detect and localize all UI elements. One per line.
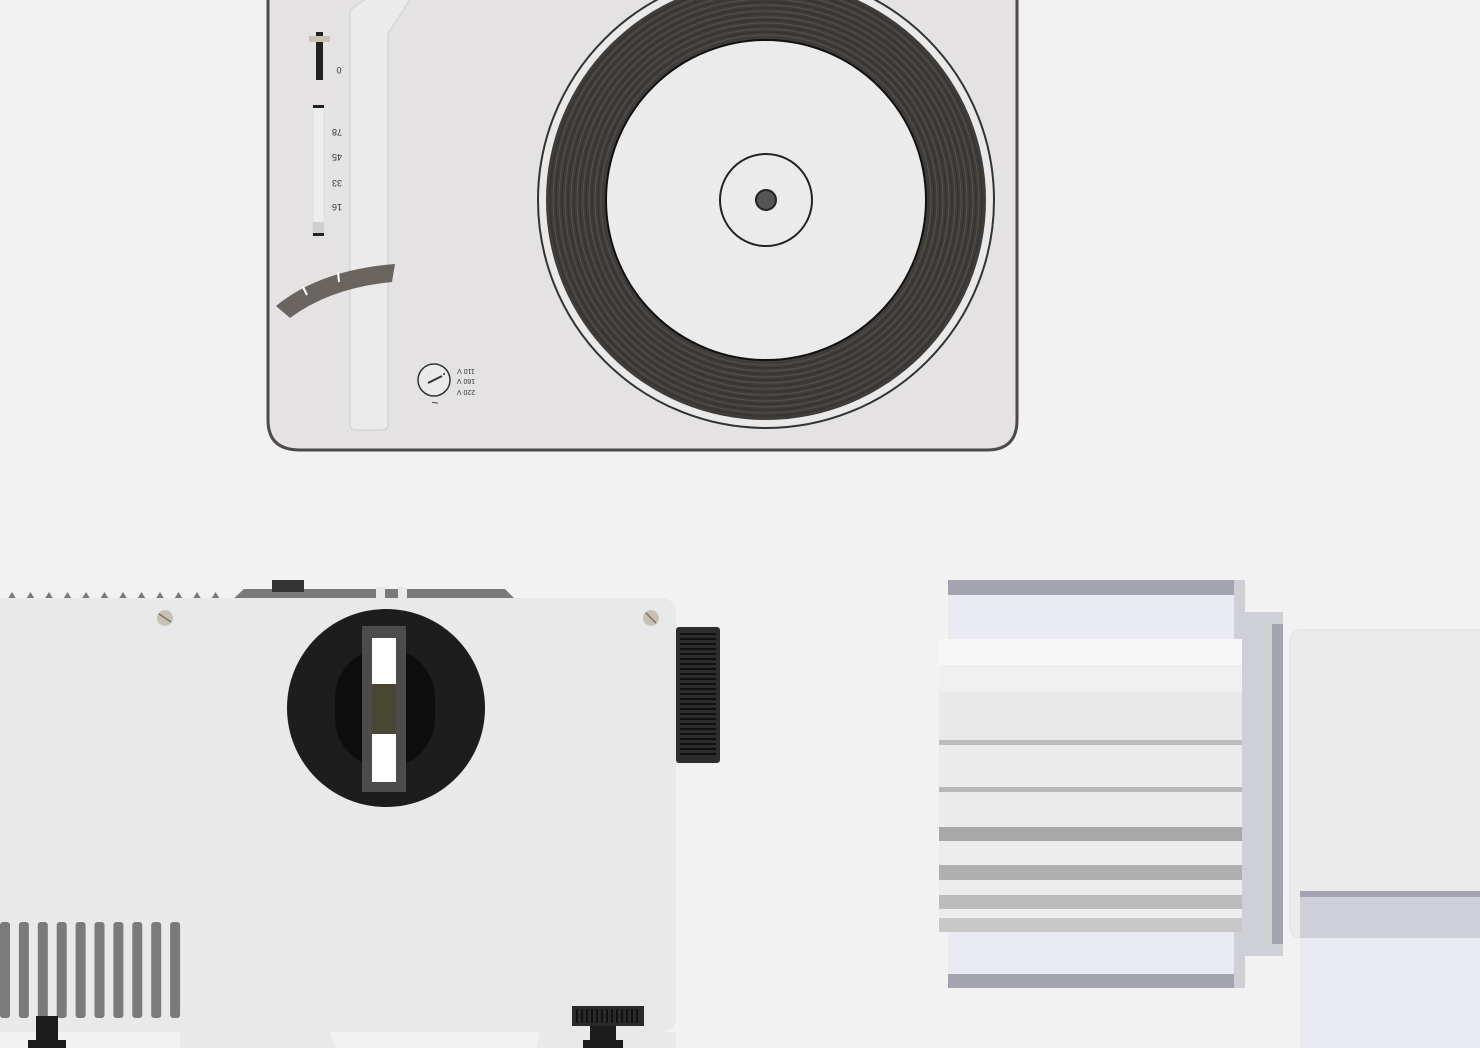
voltage-label-220: 220 V (457, 388, 476, 395)
voltage-labels: 110 V 160 V 220 V (457, 367, 476, 395)
platter[interactable] (537, 0, 995, 429)
lens-icon[interactable] (287, 609, 485, 807)
screw-icon (157, 610, 173, 626)
speed-label-33: 33 (332, 178, 342, 188)
voltage-label-160: 160 V (457, 377, 476, 384)
scene-canvas: 0 78 45 33 16 110 V 160 V 220 V ~ (0, 0, 1480, 1048)
turntable: 0 78 45 33 16 110 V 160 V 220 V ~ (266, 0, 1019, 452)
slide-magazine (939, 580, 1283, 988)
magazine-top-frame (948, 580, 1234, 595)
arc-tick (337, 271, 340, 283)
zero-label: 0 (336, 65, 341, 75)
base-skirt (180, 1032, 336, 1048)
spindle (755, 189, 777, 211)
magazine-top-panel (948, 595, 1234, 639)
speed-label-78: 78 (332, 127, 342, 137)
voltage-knob-icon[interactable] (417, 363, 451, 397)
voltage-label-110: 110 V (457, 367, 475, 374)
focus-knob-icon[interactable] (676, 627, 720, 763)
magazine-bottom-panel (948, 932, 1234, 974)
projector (0, 580, 720, 1048)
tilde-label: ~ (431, 396, 438, 410)
top-latch (272, 580, 304, 592)
right-device (1289, 629, 1480, 1048)
bracket-rail (1272, 624, 1283, 944)
magazine-bottom-frame (948, 974, 1234, 988)
slide-stack[interactable] (939, 639, 1242, 932)
speed-label-45: 45 (332, 152, 342, 162)
speed-slider-icon[interactable] (312, 104, 325, 238)
screw-icon (643, 610, 659, 626)
speed-label-16: 16 (332, 202, 342, 212)
